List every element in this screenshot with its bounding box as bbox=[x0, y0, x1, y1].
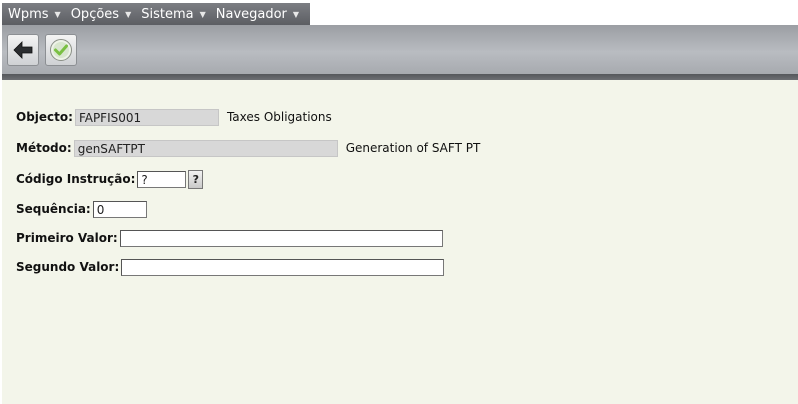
segundo-valor-row: Segundo Valor: bbox=[16, 257, 445, 277]
codigo-instrucao-input[interactable]: ? bbox=[137, 170, 187, 188]
menu-navegador-label: Navegador bbox=[215, 6, 287, 22]
toolbar bbox=[2, 25, 798, 74]
metodo-field: genSAFTPT bbox=[73, 139, 338, 157]
confirm-button[interactable] bbox=[45, 34, 77, 66]
metodo-row: Método: genSAFTPT Generation of SAFT PT bbox=[16, 138, 480, 158]
sequencia-input[interactable]: 0 bbox=[92, 200, 147, 218]
objecto-row: Objecto: FAPFIS001 Taxes Obligations bbox=[16, 107, 332, 127]
primeiro-valor-input[interactable] bbox=[119, 229, 443, 247]
codigo-lookup-button[interactable]: ? bbox=[188, 169, 204, 189]
menu-opcoes-label: Opções bbox=[70, 6, 120, 22]
primeiro-valor-row: Primeiro Valor: bbox=[16, 228, 443, 248]
metodo-label: Método: bbox=[16, 141, 72, 155]
metodo-description: Generation of SAFT PT bbox=[345, 141, 481, 155]
chevron-down-icon: ▼ bbox=[54, 9, 61, 19]
arrow-left-icon bbox=[13, 41, 33, 59]
menu-wpms[interactable]: Wpms ▼ bbox=[2, 7, 61, 22]
back-button[interactable] bbox=[7, 34, 39, 66]
menu-navegador[interactable]: Navegador ▼ bbox=[210, 7, 299, 22]
menu-sistema[interactable]: Sistema ▼ bbox=[135, 7, 206, 22]
check-circle-icon bbox=[50, 39, 72, 61]
objecto-field: FAPFIS001 bbox=[74, 108, 219, 126]
codigo-label: Código Instrução: bbox=[16, 172, 136, 186]
menu-sistema-label: Sistema bbox=[141, 6, 194, 22]
primeiro-valor-label: Primeiro Valor: bbox=[16, 231, 118, 245]
objecto-label: Objecto: bbox=[16, 110, 73, 124]
sequencia-row: Sequência: 0 bbox=[16, 199, 147, 219]
form-panel: Objecto: FAPFIS001 Taxes Obligations Mét… bbox=[2, 80, 798, 404]
menu-wpms-label: Wpms bbox=[8, 6, 49, 22]
chevron-down-icon: ▼ bbox=[125, 9, 132, 19]
segundo-valor-input[interactable] bbox=[121, 258, 445, 276]
sequencia-label: Sequência: bbox=[16, 202, 91, 216]
codigo-row: Código Instrução: ? ? bbox=[16, 169, 204, 189]
objecto-description: Taxes Obligations bbox=[226, 110, 332, 124]
segundo-valor-label: Segundo Valor: bbox=[16, 260, 120, 274]
chevron-down-icon: ▼ bbox=[292, 9, 300, 19]
chevron-down-icon: ▼ bbox=[199, 9, 206, 19]
menu-opcoes[interactable]: Opções ▼ bbox=[65, 7, 132, 22]
menu-bar: Wpms ▼ Opções ▼ Sistema ▼ Navegador ▼ bbox=[2, 3, 310, 25]
